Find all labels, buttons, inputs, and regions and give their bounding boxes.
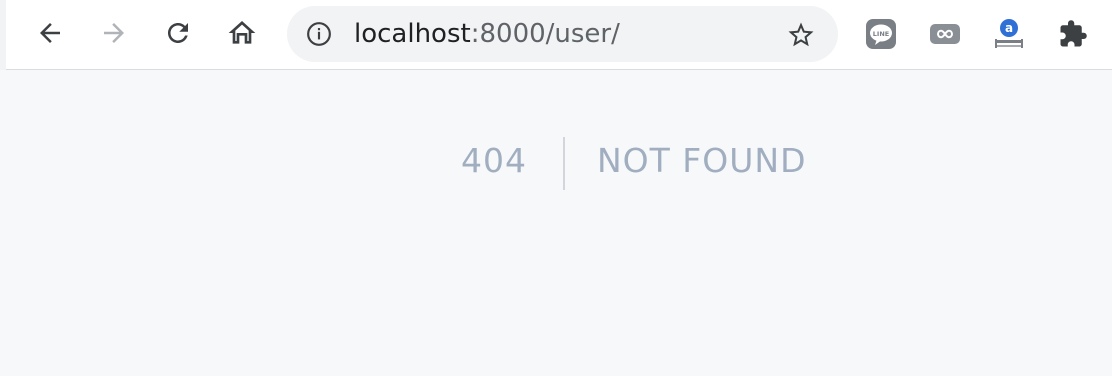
back-button[interactable] xyxy=(32,15,68,51)
error-code: 404 xyxy=(461,141,527,180)
reload-icon xyxy=(168,23,188,43)
puzzle-extensions-icon xyxy=(1060,20,1087,47)
browser-toolbar: localhost:8000/user/ LINE a xyxy=(0,0,1112,70)
url-path: :8000/user/ xyxy=(470,19,620,49)
info-icon[interactable] xyxy=(306,21,332,47)
error-divider xyxy=(563,137,565,190)
page-content: 404 NOT FOUND xyxy=(0,71,1112,376)
url-text[interactable]: localhost:8000/user/ xyxy=(354,6,620,62)
home-icon xyxy=(228,21,256,44)
star-icon[interactable] xyxy=(786,20,816,50)
forward-arrow-icon xyxy=(104,23,124,43)
back-arrow-icon xyxy=(40,23,60,43)
extensions-button[interactable] xyxy=(1056,17,1090,51)
line-extension-button[interactable]: LINE xyxy=(864,17,898,51)
infinity-extension-button[interactable] xyxy=(928,17,962,51)
line-extension-icon: LINE xyxy=(866,19,896,49)
reload-button[interactable] xyxy=(160,15,196,51)
error-message: NOT FOUND xyxy=(597,141,807,180)
url-host: localhost xyxy=(354,19,471,49)
line-extension-label: LINE xyxy=(873,30,889,38)
infinity-extension-icon xyxy=(930,24,960,44)
translate-extension-icon: a xyxy=(995,19,1023,48)
window-edge xyxy=(0,0,6,70)
translate-extension-button[interactable]: a xyxy=(992,17,1026,51)
home-button[interactable] xyxy=(224,15,260,51)
address-bar[interactable]: localhost:8000/user/ xyxy=(287,6,838,62)
forward-button[interactable] xyxy=(96,15,132,51)
svg-text:a: a xyxy=(1005,21,1013,35)
